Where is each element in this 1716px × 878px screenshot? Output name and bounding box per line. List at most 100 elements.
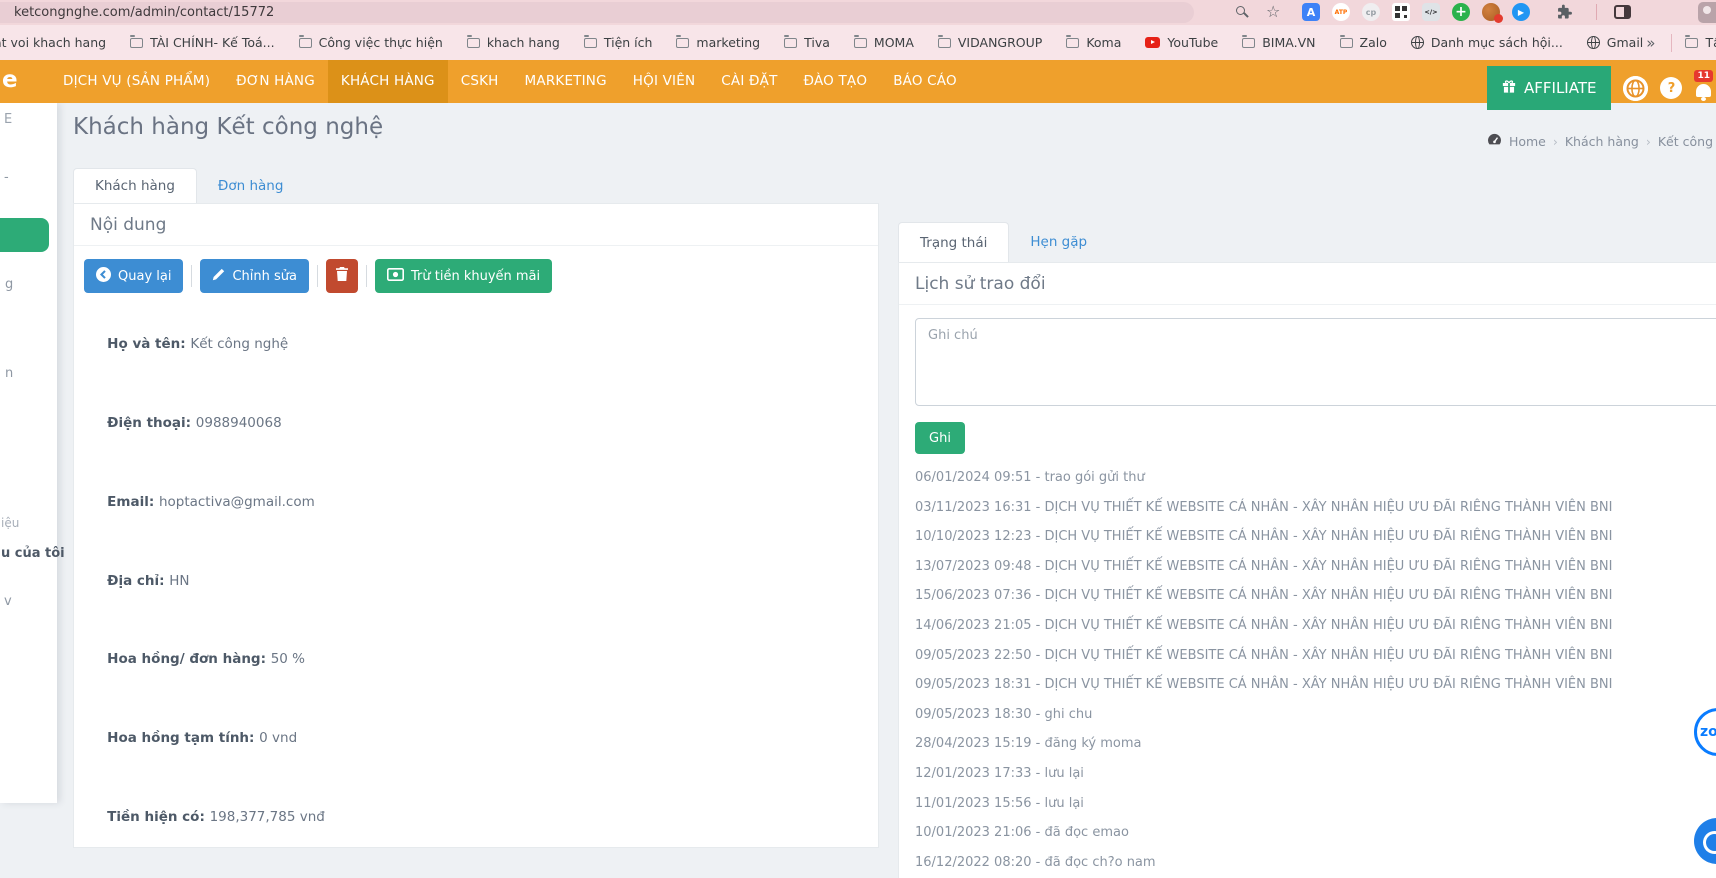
bookmark-item[interactable]: Zalo (1340, 35, 1387, 50)
tab-don-hang[interactable]: Đơn hàng (197, 168, 305, 203)
bell-icon (1696, 84, 1711, 97)
bookmark-item[interactable]: Công việc thực hiện (299, 35, 443, 50)
edit-label: Chỉnh sửa (232, 269, 297, 284)
logo-fragment[interactable]: e (2, 67, 18, 93)
nav-item-dich-vu[interactable]: DỊCH VỤ (SẢN PHẨM) (50, 60, 223, 103)
sidebar-item-fragment[interactable]: E (4, 112, 12, 127)
bookmark-label: khach hang (487, 35, 560, 50)
bookmark-item[interactable]: BIMA.VN (1242, 35, 1315, 50)
nav-item-khach-hang[interactable]: KHÁCH HÀNG (328, 60, 448, 103)
field-label: Hoa hồng tạm tính: (107, 730, 259, 746)
bookmarks-right: » Tất cả dấ (1643, 34, 1716, 52)
breadcrumb-khach-hang[interactable]: Khách hàng (1565, 134, 1639, 149)
bookmark-item[interactable]: Koma (1066, 35, 1121, 50)
money-icon (387, 268, 404, 285)
dashboard-icon (1487, 133, 1502, 149)
folder-icon (854, 38, 867, 48)
nav-item-cai-dat[interactable]: CÀI ĐẶT (708, 60, 790, 103)
history-entry: 06/01/2024 09:51 - trao gói gửi thư (915, 470, 1716, 486)
bookmark-item[interactable]: Gmail (1587, 35, 1643, 50)
sidebar-active-item[interactable] (0, 218, 49, 252)
bookmark-item[interactable]: marketing (676, 35, 760, 50)
nav-item-don-hang[interactable]: ĐƠN HÀNG (223, 60, 328, 103)
history-card: Lịch sử trao đổi Ghi 06/01/2024 09:51 - … (898, 262, 1716, 878)
affiliate-button[interactable]: AFFILIATE (1487, 66, 1611, 110)
bookmark-item[interactable]: Danh mục sách hội... (1411, 35, 1563, 50)
sidebar-item-fragment[interactable]: - (4, 170, 9, 185)
bookmark-item[interactable]: at voi khach hang (0, 35, 106, 50)
health-plus-icon[interactable]: + (1452, 3, 1470, 21)
help-icon[interactable]: ? (1660, 77, 1682, 99)
note-input[interactable] (915, 318, 1716, 406)
bookmarks-overflow-chevron[interactable]: » (1643, 34, 1658, 52)
bookmark-item[interactable]: MOMA (854, 35, 914, 50)
translate-icon[interactable]: A (1302, 3, 1320, 21)
breadcrumb-current: Kết công (1658, 134, 1713, 149)
extensions-puzzle-icon[interactable] (1556, 4, 1573, 21)
trash-icon (336, 267, 348, 285)
history-entry: 10/10/2023 12:23 - DỊCH VỤ THIẾT KẾ WEBS… (915, 529, 1716, 545)
bookmark-item[interactable]: Tiện ích (584, 35, 653, 50)
nav-item-bao-cao[interactable]: BÁO CÁO (880, 60, 970, 103)
bookmark-star-icon[interactable]: ☆ (1266, 1, 1280, 23)
sidebar-item-fragment[interactable]: g (5, 277, 13, 292)
globe-icon[interactable] (1623, 76, 1648, 101)
back-button[interactable]: Quay lại (84, 259, 183, 293)
sidebar-item-fragment[interactable]: u của tôi (1, 546, 65, 561)
video-extension-icon[interactable]: ▶ (1512, 3, 1530, 21)
bookmark-label: marketing (696, 35, 760, 50)
folder-icon (938, 38, 951, 48)
delete-button[interactable] (326, 259, 358, 293)
history-entry: 15/06/2023 07:36 - DỊCH VỤ THIẾT KẾ WEBS… (915, 588, 1716, 604)
edit-button[interactable]: Chỉnh sửa (200, 259, 309, 293)
page-title: Khách hàng Kết công nghệ (73, 114, 383, 140)
bookmark-label: Danh mục sách hội... (1431, 35, 1563, 50)
bookmark-label: at voi khach hang (0, 35, 106, 50)
cookie-icon[interactable] (1482, 3, 1500, 21)
profile-avatar[interactable] (1698, 2, 1716, 23)
qr-code-icon[interactable] (1392, 3, 1410, 21)
bookmark-label: BIMA.VN (1262, 35, 1315, 50)
nav-item-dao-tao[interactable]: ĐÀO TẠO (791, 60, 881, 103)
tab-khach-hang[interactable]: Khách hàng (73, 168, 197, 203)
bookmark-item[interactable]: Tiva (784, 35, 830, 50)
side-panel-icon[interactable] (1614, 5, 1631, 19)
detail-field: Hoa hồng tạm tính: 0 vnd (90, 708, 618, 769)
url-bar[interactable]: ketcongnghe.com/admin/contact/15772 (0, 2, 1194, 23)
bookmark-label: Gmail (1607, 35, 1643, 50)
notification-badge: 11 (1694, 70, 1713, 82)
devtools-icon[interactable]: </> (1422, 3, 1440, 21)
field-value: Kết công nghệ (190, 336, 288, 352)
bookmark-item[interactable]: khach hang (467, 35, 560, 50)
folder-icon (1242, 38, 1255, 48)
breadcrumb-home[interactable]: Home (1509, 134, 1546, 149)
tab-hen-gap[interactable]: Hẹn gặp (1009, 222, 1108, 262)
nav-item-marketing[interactable]: MARKETING (512, 60, 620, 103)
customer-detail-card: Nội dung Quay lại Chỉnh sửa Trừ tiền khu… (73, 203, 879, 848)
bookmark-label: MOMA (874, 35, 914, 50)
subtract-promo-button[interactable]: Trừ tiền khuyến mãi (375, 259, 552, 293)
bookmark-item[interactable]: VIDANGROUP (938, 35, 1042, 50)
bookmark-label: Zalo (1360, 35, 1387, 50)
nav-menu: DỊCH VỤ (SẢN PHẨM)ĐƠN HÀNGKHÁCH HÀNGCSKH… (50, 60, 970, 103)
nav-item-hoi-vien[interactable]: HỘI VIÊN (620, 60, 709, 103)
cp-icon[interactable]: cp (1362, 3, 1380, 21)
history-entry: 28/04/2023 15:19 - đăng ký moma (915, 736, 1716, 752)
save-note-button[interactable]: Ghi (915, 422, 965, 454)
detail-field: Tiền hiện có: 198,377,785 vnđ (90, 787, 618, 848)
field-label: Điện thoại: (107, 415, 196, 431)
tab-trang-thai[interactable]: Trạng thái (898, 222, 1009, 262)
history-entry: 10/01/2023 21:06 - đã đọc emao (915, 825, 1716, 841)
sidebar-item-fragment[interactable]: iệu (1, 516, 19, 530)
customer-tabs: Khách hàng Đơn hàng (73, 168, 304, 203)
notifications-button[interactable]: 11 (1694, 70, 1713, 97)
all-bookmarks-folder[interactable]: Tất cả dấ (1685, 35, 1716, 50)
sidebar-item-fragment[interactable]: n (5, 366, 13, 381)
extensions-row: A ATP cp </> + ▶ (1302, 3, 1530, 21)
sidebar-item-fragment[interactable]: v (4, 594, 12, 609)
zoom-icon[interactable] (1236, 6, 1245, 15)
nav-item-cskh[interactable]: CSKH (448, 60, 512, 103)
bookmark-item[interactable]: TÀI CHÍNH- Kế Toá... (130, 35, 275, 50)
atp-icon[interactable]: ATP (1332, 3, 1350, 21)
bookmark-item[interactable]: YouTube (1145, 35, 1218, 50)
